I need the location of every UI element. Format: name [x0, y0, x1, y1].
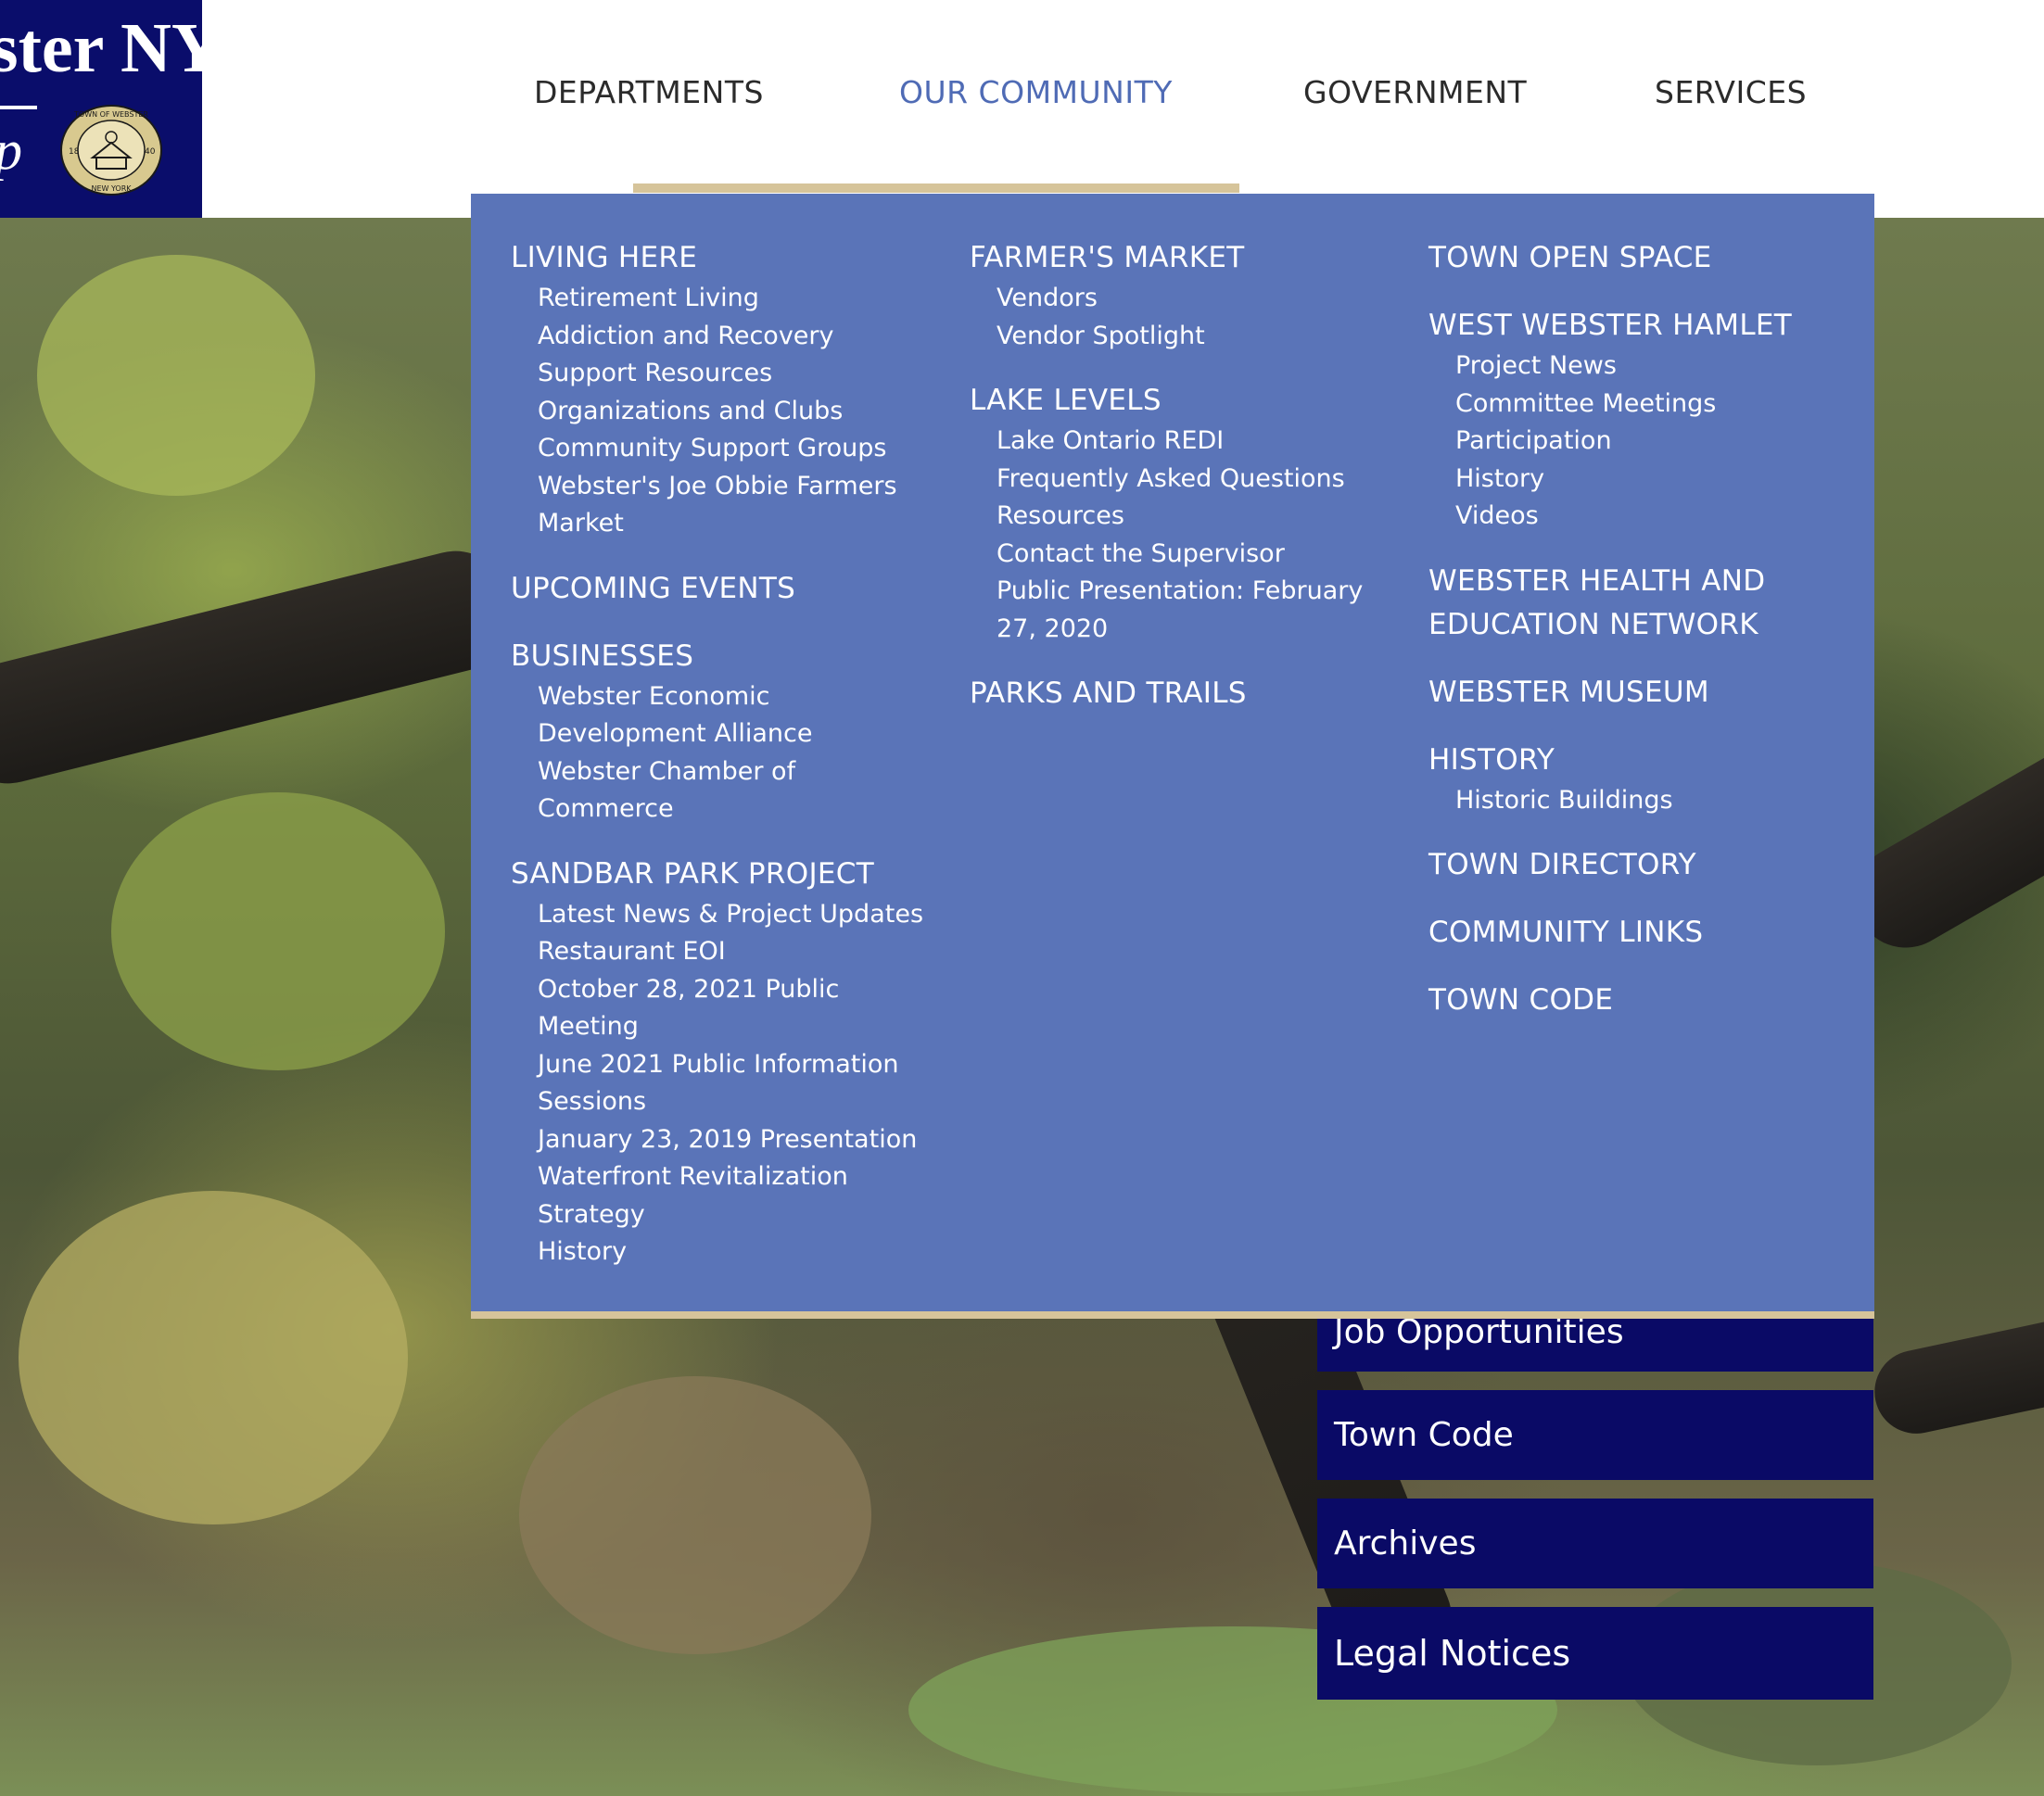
logo-script-text: p [0, 119, 22, 183]
menu-section-living-here: LIVING HERE Retirement Living Addiction an… [511, 236, 946, 543]
menu-item-restaurant-eoi[interactable]: Restaurant EOI [511, 933, 946, 971]
menu-section-history: HISTORY Historic Buildings [1428, 739, 1864, 820]
menu-section-businesses: BUSINESSES Webster Economic Development Al… [511, 635, 946, 828]
menu-item-history[interactable]: History [1428, 461, 1864, 499]
menu-item-history[interactable]: History [511, 1233, 946, 1271]
menu-item-october-28-2021-public[interactable]: October 28, 2021 Public [511, 971, 946, 1009]
menu-item-resources[interactable]: Resources [970, 498, 1405, 536]
logo-wordmark: ster NY [0, 9, 202, 87]
menu-section-lake-levels: LAKE LEVELS Lake Ontario REDI Frequently A… [970, 379, 1405, 648]
menu-item-committee-meetings[interactable]: Committee Meetings [1428, 386, 1864, 424]
menu-heading-history[interactable]: HISTORY [1428, 739, 1864, 782]
menu-heading-town-code[interactable]: TOWN CODE [1428, 979, 1864, 1022]
menu-item-market[interactable]: Market [511, 505, 946, 543]
menu-item-sessions[interactable]: Sessions [511, 1083, 946, 1121]
menu-heading-community-links[interactable]: COMMUNITY LINKS [1428, 911, 1864, 955]
menu-heading-farmer-s-market[interactable]: FARMER'S MARKET [970, 236, 1405, 280]
logo-divider [0, 106, 37, 109]
menu-item-27-2020[interactable]: 27, 2020 [970, 611, 1405, 649]
nav-services[interactable]: SERVICES [1655, 74, 1807, 110]
our-community-mega-menu: LIVING HERE Retirement Living Addiction an… [471, 194, 1874, 1319]
seal-left-text: 18 [69, 147, 80, 157]
menu-item-public-presentation-february[interactable]: Public Presentation: February [970, 573, 1405, 611]
menu-section-west-webster-hamlet: WEST WEBSTER HAMLET Project News Committee… [1428, 304, 1864, 536]
menu-item-frequently-asked-questions[interactable]: Frequently Asked Questions [970, 461, 1405, 499]
menu-section-webster-museum: WEBSTER MUSEUM [1428, 671, 1864, 715]
menu-item-historic-buildings[interactable]: Historic Buildings [1428, 782, 1864, 820]
site-logo[interactable]: ster NY p TOWN OF WEBSTER NEW YORK 18 40 [0, 0, 202, 218]
town-seal-icon: TOWN OF WEBSTER NEW YORK 18 40 [60, 105, 162, 196]
menu-item-project-news[interactable]: Project News [1428, 348, 1864, 386]
menu-item-videos[interactable]: Videos [1428, 498, 1864, 536]
menu-item-lake-ontario-redi[interactable]: Lake Ontario REDI [970, 423, 1405, 461]
mega-menu-column-1: LIVING HERE Retirement Living Addiction an… [511, 236, 946, 1296]
menu-item-community-support-groups[interactable]: Community Support Groups [511, 430, 946, 468]
nav-our-community[interactable]: OUR COMMUNITY [899, 74, 1173, 110]
quick-link-town-code[interactable]: Town Code [1317, 1390, 1873, 1480]
menu-section-upcoming-events: UPCOMING EVENTS [511, 567, 946, 611]
menu-item-vendors[interactable]: Vendors [970, 280, 1405, 318]
menu-item-retirement-living[interactable]: Retirement Living [511, 280, 946, 318]
menu-heading-parks-and-trails[interactable]: PARKS AND TRAILS [970, 672, 1405, 715]
menu-item-addiction-and-recovery[interactable]: Addiction and Recovery [511, 318, 946, 356]
nav-government[interactable]: GOVERNMENT [1303, 74, 1527, 110]
menu-heading-town-open-space[interactable]: TOWN OPEN SPACE [1428, 236, 1864, 280]
menu-section-town-code: TOWN CODE [1428, 979, 1864, 1022]
menu-heading-living-here[interactable]: LIVING HERE [511, 236, 946, 280]
menu-item-support-resources[interactable]: Support Resources [511, 355, 946, 393]
menu-heading-webster-museum[interactable]: WEBSTER MUSEUM [1428, 671, 1864, 715]
menu-item-meeting[interactable]: Meeting [511, 1008, 946, 1046]
menu-section-town-directory: TOWN DIRECTORY [1428, 843, 1864, 887]
menu-item-webster-chamber-of[interactable]: Webster Chamber of [511, 753, 946, 791]
menu-section-webster-health-and: WEBSTER HEALTH AND EDUCATION NETWORK [1428, 560, 1864, 647]
menu-item-commerce[interactable]: Commerce [511, 790, 946, 828]
mega-menu-column-2: FARMER'S MARKET Vendors Vendor Spotlight LA… [970, 236, 1405, 740]
menu-heading-businesses[interactable]: BUSINESSES [511, 635, 946, 678]
nav-active-underline [633, 183, 1239, 193]
menu-item-organizations-and-clubs[interactable]: Organizations and Clubs [511, 393, 946, 431]
mega-menu-column-3: TOWN OPEN SPACE WEST WEBSTER HAMLET Projec… [1428, 236, 1864, 1046]
menu-heading-education-network[interactable]: EDUCATION NETWORK [1428, 603, 1864, 647]
menu-item-webster-s-joe-obbie-farmers[interactable]: Webster's Joe Obbie Farmers [511, 468, 946, 506]
menu-section-town-open-space: TOWN OPEN SPACE [1428, 236, 1864, 280]
menu-heading-sandbar-park-project[interactable]: SANDBAR PARK PROJECT [511, 853, 946, 896]
menu-item-latest-news-project-updates[interactable]: Latest News & Project Updates [511, 896, 946, 934]
menu-item-june-2021-public-information[interactable]: June 2021 Public Information [511, 1046, 946, 1084]
seal-right-text: 40 [145, 147, 156, 157]
menu-heading-west-webster-hamlet[interactable]: WEST WEBSTER HAMLET [1428, 304, 1864, 348]
menu-section-parks-and-trails: PARKS AND TRAILS [970, 672, 1405, 715]
menu-item-webster-economic[interactable]: Webster Economic [511, 678, 946, 716]
menu-item-vendor-spotlight[interactable]: Vendor Spotlight [970, 318, 1405, 356]
nav-departments[interactable]: DEPARTMENTS [534, 74, 764, 110]
menu-section-sandbar-park-project: SANDBAR PARK PROJECT Latest News & Projec… [511, 853, 946, 1271]
seal-top-text: TOWN OF WEBSTER [73, 110, 148, 119]
quick-link-archives[interactable]: Archives [1317, 1499, 1873, 1588]
menu-heading-town-directory[interactable]: TOWN DIRECTORY [1428, 843, 1864, 887]
menu-heading-upcoming-events[interactable]: UPCOMING EVENTS [511, 567, 946, 611]
menu-item-strategy[interactable]: Strategy [511, 1196, 946, 1234]
menu-heading-webster-health-and[interactable]: WEBSTER HEALTH AND [1428, 560, 1864, 603]
quick-link-legal-notices[interactable]: Legal Notices [1317, 1607, 1873, 1700]
menu-section-community-links: COMMUNITY LINKS [1428, 911, 1864, 955]
menu-heading-lake-levels[interactable]: LAKE LEVELS [970, 379, 1405, 423]
menu-item-waterfront-revitalization[interactable]: Waterfront Revitalization [511, 1158, 946, 1196]
menu-item-participation[interactable]: Participation [1428, 423, 1864, 461]
menu-item-contact-the-supervisor[interactable]: Contact the Supervisor [970, 536, 1405, 574]
menu-item-development-alliance[interactable]: Development Alliance [511, 715, 946, 753]
seal-bottom-text: NEW YORK [91, 184, 132, 193]
menu-item-january-23-2019-presentation[interactable]: January 23, 2019 Presentation [511, 1121, 946, 1159]
menu-section-farmer-s-market: FARMER'S MARKET Vendors Vendor Spotlight [970, 236, 1405, 355]
